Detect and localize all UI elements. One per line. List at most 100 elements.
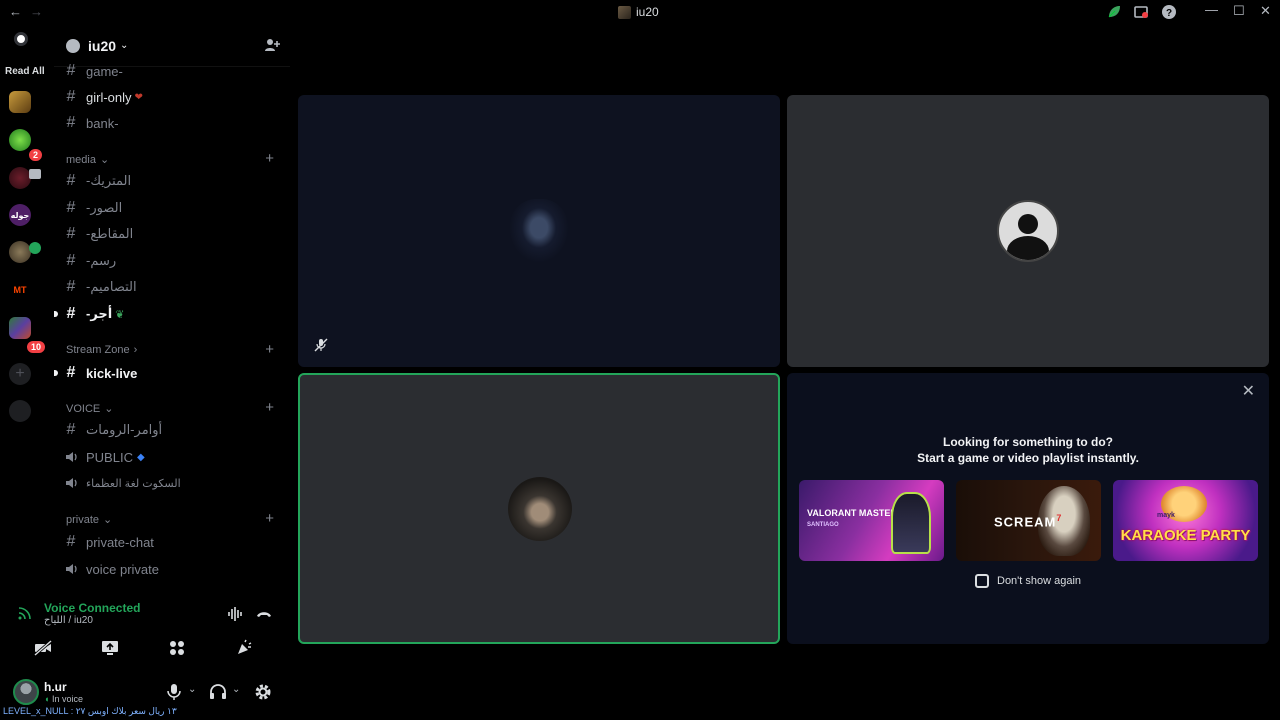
- channel-girl-only[interactable]: # girl-only ❤: [64, 86, 279, 108]
- server-icon-text: جوله: [10, 210, 30, 220]
- noise-suppression-icon[interactable]: [226, 604, 246, 624]
- voice-channel-private[interactable]: voice private: [64, 558, 279, 580]
- avatar[interactable]: [13, 679, 39, 705]
- server-icon-green[interactable]: [9, 129, 31, 151]
- channel-bank[interactable]: # bank-: [64, 112, 279, 134]
- activity-card-karaoke[interactable]: mayk KARAOKE PARTY: [1113, 480, 1258, 561]
- add-channel-icon[interactable]: +: [265, 399, 274, 416]
- gear-icon[interactable]: [253, 682, 273, 702]
- participant-tile-2[interactable]: [787, 95, 1269, 367]
- activity-card-scream[interactable]: SCREAM7: [956, 480, 1101, 561]
- chevron-down-icon: ⌄: [103, 514, 113, 526]
- disconnect-icon[interactable]: [254, 604, 274, 624]
- channel-photos[interactable]: # -الصور: [64, 197, 279, 219]
- participant-tile-1[interactable]: [298, 95, 780, 367]
- channel-label: private-chat: [86, 534, 154, 550]
- channel-private-chat[interactable]: # private-chat: [64, 531, 279, 553]
- category-label: Stream Zone: [66, 344, 130, 356]
- agent-figure: [891, 492, 931, 554]
- speaker-icon: [66, 452, 77, 462]
- hash-icon: #: [66, 533, 76, 550]
- add-server-icon[interactable]: +: [9, 363, 31, 385]
- window-title: iu20: [618, 5, 659, 19]
- server-mt-text: MT: [13, 285, 27, 295]
- channel-clips[interactable]: # -المقاطع: [64, 223, 279, 245]
- heart-icon: ❤: [134, 91, 143, 103]
- signal-icon[interactable]: [18, 606, 32, 620]
- category-label: private: [66, 513, 100, 526]
- card-subtitle: mayk: [1157, 512, 1175, 519]
- participant-avatar: [997, 200, 1059, 262]
- server-folder-icon[interactable]: [9, 317, 31, 339]
- read-all-button[interactable]: Read All: [5, 66, 45, 77]
- microphone-icon[interactable]: [164, 682, 184, 702]
- discover-icon[interactable]: [9, 400, 31, 422]
- back-arrow-icon[interactable]: ←: [9, 4, 22, 19]
- headphones-icon[interactable]: [208, 682, 228, 702]
- voice-channel-silence[interactable]: السكوت لغة العظماء: [64, 472, 279, 494]
- user-status: ◖ In voice: [44, 694, 83, 704]
- channel-metric[interactable]: # -المتريك: [64, 170, 279, 192]
- server-name: iu20: [88, 37, 117, 54]
- inbox-icon[interactable]: [1133, 4, 1149, 20]
- forward-arrow-icon[interactable]: →: [30, 4, 43, 19]
- add-channel-icon[interactable]: +: [265, 150, 274, 167]
- channel-room-commands[interactable]: # أوامر-الرومات: [64, 419, 279, 441]
- card-title: SCREAM7: [994, 513, 1062, 529]
- add-channel-icon[interactable]: +: [265, 510, 274, 527]
- mic-options-chevron-icon[interactable]: ⌄: [188, 684, 196, 695]
- hash-icon: #: [66, 278, 76, 295]
- voice-channel-public[interactable]: PUBLIC ◆: [64, 446, 279, 468]
- channel-kick-live[interactable]: # kick-live: [54, 362, 279, 384]
- activity-title: Looking for something to do?: [943, 435, 1113, 449]
- channel-label: voice private: [86, 561, 159, 577]
- category-stream-zone[interactable]: Stream Zone ›: [66, 344, 137, 356]
- channel-designs[interactable]: # -التصاميم: [64, 276, 279, 298]
- title-bar: ← → iu20 ? — ☐ ✕: [0, 0, 1280, 25]
- card-title: KARAOKE PARTY: [1120, 527, 1251, 544]
- voice-status[interactable]: Voice Connected: [44, 601, 140, 615]
- voice-location[interactable]: اللياح / iu20: [44, 615, 93, 626]
- audio-options-chevron-icon[interactable]: ⌄: [232, 684, 240, 695]
- server-icon-red[interactable]: [9, 167, 31, 189]
- close-window-button[interactable]: ✕: [1260, 3, 1271, 19]
- activities-icon[interactable]: [167, 638, 187, 658]
- hash-icon: #: [66, 305, 76, 322]
- dont-show-again-label: Don't show again: [997, 575, 1082, 587]
- server-icon-mt[interactable]: MT: [9, 279, 31, 301]
- username[interactable]: h.ur: [44, 680, 67, 694]
- help-icon[interactable]: ?: [1161, 4, 1177, 20]
- invite-user-icon[interactable]: [264, 37, 280, 53]
- category-voice[interactable]: VOICE ⌄: [66, 402, 113, 416]
- category-private[interactable]: private ⌄: [66, 513, 113, 527]
- card-title-text: SCREAM: [994, 514, 1057, 530]
- close-icon[interactable]: ✕: [1242, 381, 1255, 401]
- participant-avatar: [509, 199, 569, 263]
- participant-tile-speaking[interactable]: [298, 373, 780, 644]
- soundboard-icon[interactable]: [234, 638, 254, 658]
- channel-game[interactable]: # game-: [64, 60, 279, 82]
- minimize-button[interactable]: —: [1205, 2, 1218, 17]
- server-icon-purple[interactable]: جوله: [9, 204, 31, 226]
- channel-drawing[interactable]: # -رسم: [64, 250, 279, 272]
- hash-icon: #: [66, 252, 76, 269]
- unread-indicator: [54, 311, 58, 317]
- voice-call-area: ✕ Looking for something to do? Start a g…: [290, 25, 1280, 720]
- dont-show-again-checkbox[interactable]: Don't show again: [975, 574, 1081, 588]
- server-icon-gold[interactable]: [9, 91, 31, 113]
- home-icon[interactable]: [14, 32, 28, 46]
- checkbox-icon[interactable]: [975, 574, 989, 588]
- channel-label: bank-: [86, 115, 119, 131]
- category-media[interactable]: media ⌄: [66, 153, 109, 167]
- channel-label: kick-live: [86, 365, 138, 381]
- camera-off-icon[interactable]: [33, 638, 53, 658]
- nitro-leaf-icon[interactable]: [1106, 4, 1122, 20]
- hash-icon: #: [66, 225, 76, 242]
- screen-share-icon[interactable]: [100, 638, 120, 658]
- add-channel-icon[interactable]: +: [265, 341, 274, 358]
- hash-icon: #: [66, 199, 76, 216]
- server-icon-iu20[interactable]: [9, 241, 31, 263]
- channel-ajr[interactable]: # -أجر ❦: [54, 303, 279, 325]
- activity-card-valorant[interactable]: VALORANT MASTERS SANTIAGO: [799, 480, 944, 561]
- maximize-button[interactable]: ☐: [1233, 3, 1245, 19]
